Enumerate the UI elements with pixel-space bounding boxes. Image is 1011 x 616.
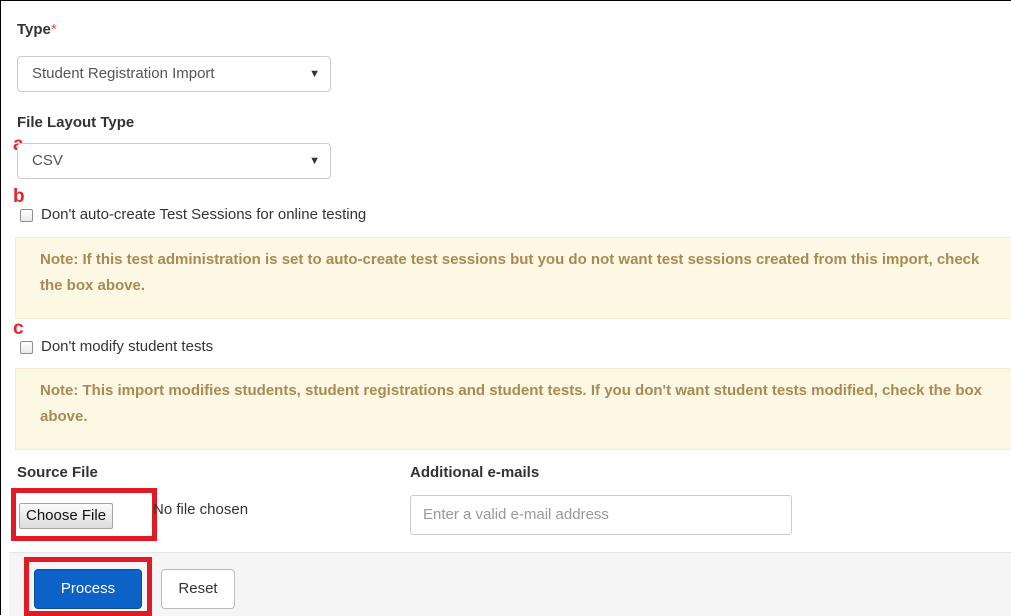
type-select-value: Student Registration Import [32,65,215,82]
chevron-down-icon: ▼ [309,68,320,80]
additional-emails-input[interactable]: Enter a valid e-mail address [410,495,792,535]
modify-tests-label: Don't modify student tests [41,338,214,355]
chevron-down-icon: ▼ [309,155,320,167]
file-layout-label: File Layout Type [17,114,135,131]
auto-create-sessions-checkbox[interactable] [20,209,33,222]
auto-create-note: Note: If this test administration is set… [15,237,1011,319]
highlight-box-process [24,557,152,616]
file-layout-select[interactable]: CSV ▼ [17,143,331,179]
required-asterisk: * [50,21,57,38]
email-placeholder: Enter a valid e-mail address [423,506,609,523]
modify-tests-note: Note: This import modifies students, stu… [15,368,1011,450]
additional-emails-label: Additional e-mails [410,464,540,481]
type-label-text: Type [17,21,51,38]
source-file-label: Source File [17,464,98,481]
reset-button[interactable]: Reset [161,569,235,609]
file-layout-select-value: CSV [32,152,63,169]
annotation-marker-b: b [13,186,25,207]
highlight-box-choose-file [11,488,157,541]
type-label: Type* [17,21,57,38]
file-status-text: No file chosen [153,501,249,518]
type-select[interactable]: Student Registration Import ▼ [17,56,331,92]
modify-tests-checkbox[interactable] [20,341,33,354]
auto-create-sessions-label: Don't auto-create Test Sessions for onli… [41,206,367,223]
annotation-marker-c: c [13,318,24,339]
form-actions-bar [9,552,1011,616]
import-form: Type* Student Registration Import ▼ File… [0,0,1011,616]
